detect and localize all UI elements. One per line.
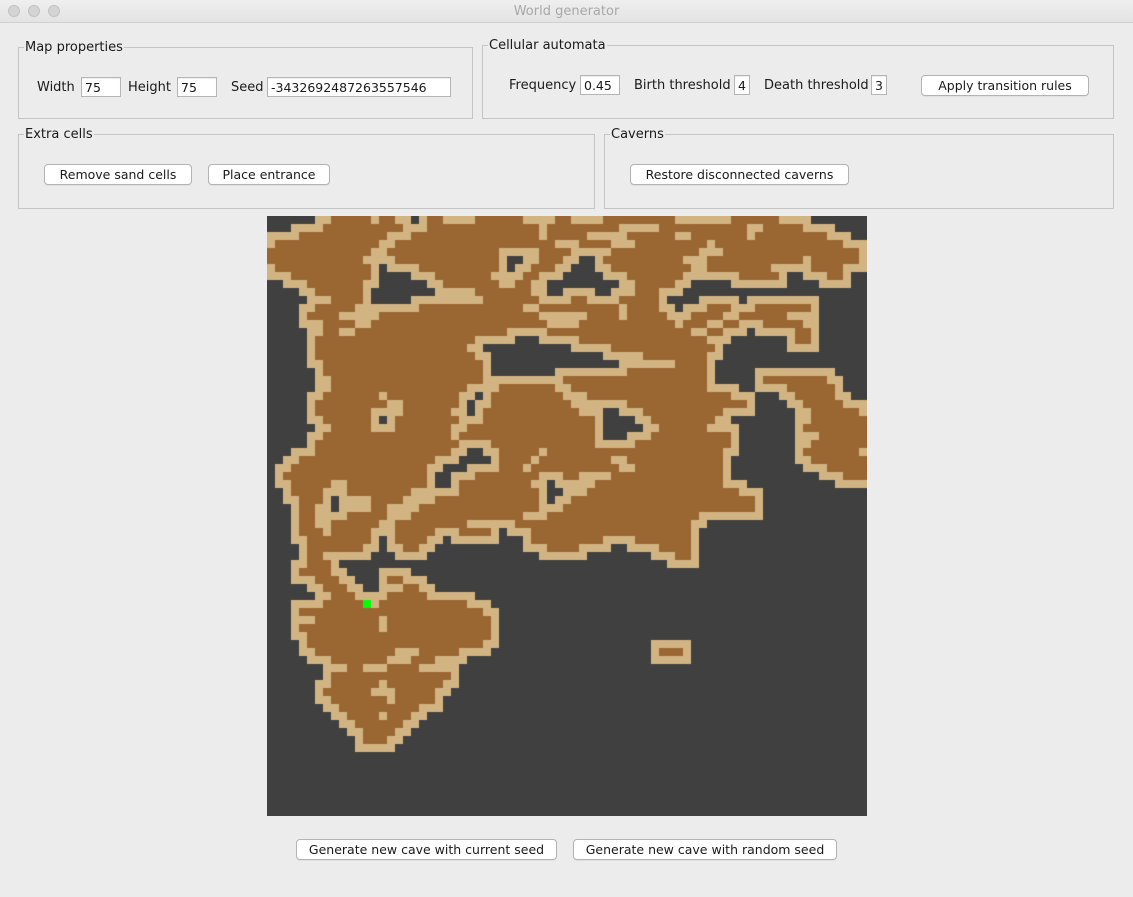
birth-threshold-field[interactable] [734, 75, 750, 95]
restore-disconnected-caverns-button[interactable]: Restore disconnected caverns [630, 164, 849, 185]
frequency-field[interactable] [580, 75, 620, 95]
width-field[interactable] [81, 77, 121, 97]
window-title: World generator [513, 4, 620, 19]
generate-random-seed-button[interactable]: Generate new cave with random seed [573, 839, 837, 860]
apply-transition-rules-button[interactable]: Apply transition rules [921, 75, 1089, 96]
seed-label: Seed [231, 80, 264, 95]
birth-threshold-label: Birth threshold [634, 78, 731, 93]
caverns-legend: Caverns [611, 127, 664, 142]
remove-sand-cells-button[interactable]: Remove sand cells [44, 164, 192, 185]
seed-field[interactable] [267, 77, 451, 97]
generate-current-seed-button[interactable]: Generate new cave with current seed [296, 839, 557, 860]
width-label: Width [37, 80, 75, 95]
cave-map-canvas[interactable] [267, 216, 867, 816]
extra-cells-legend: Extra cells [25, 127, 93, 142]
death-threshold-label: Death threshold [764, 78, 869, 93]
place-entrance-button[interactable]: Place entrance [208, 164, 330, 185]
cellular-automata-legend: Cellular automata [489, 38, 606, 53]
height-field[interactable] [177, 77, 217, 97]
height-label: Height [128, 80, 171, 95]
map-properties-legend: Map properties [25, 40, 123, 55]
frequency-label: Frequency [509, 78, 577, 93]
title-bar: World generator [0, 0, 1133, 23]
death-threshold-field[interactable] [871, 75, 887, 95]
